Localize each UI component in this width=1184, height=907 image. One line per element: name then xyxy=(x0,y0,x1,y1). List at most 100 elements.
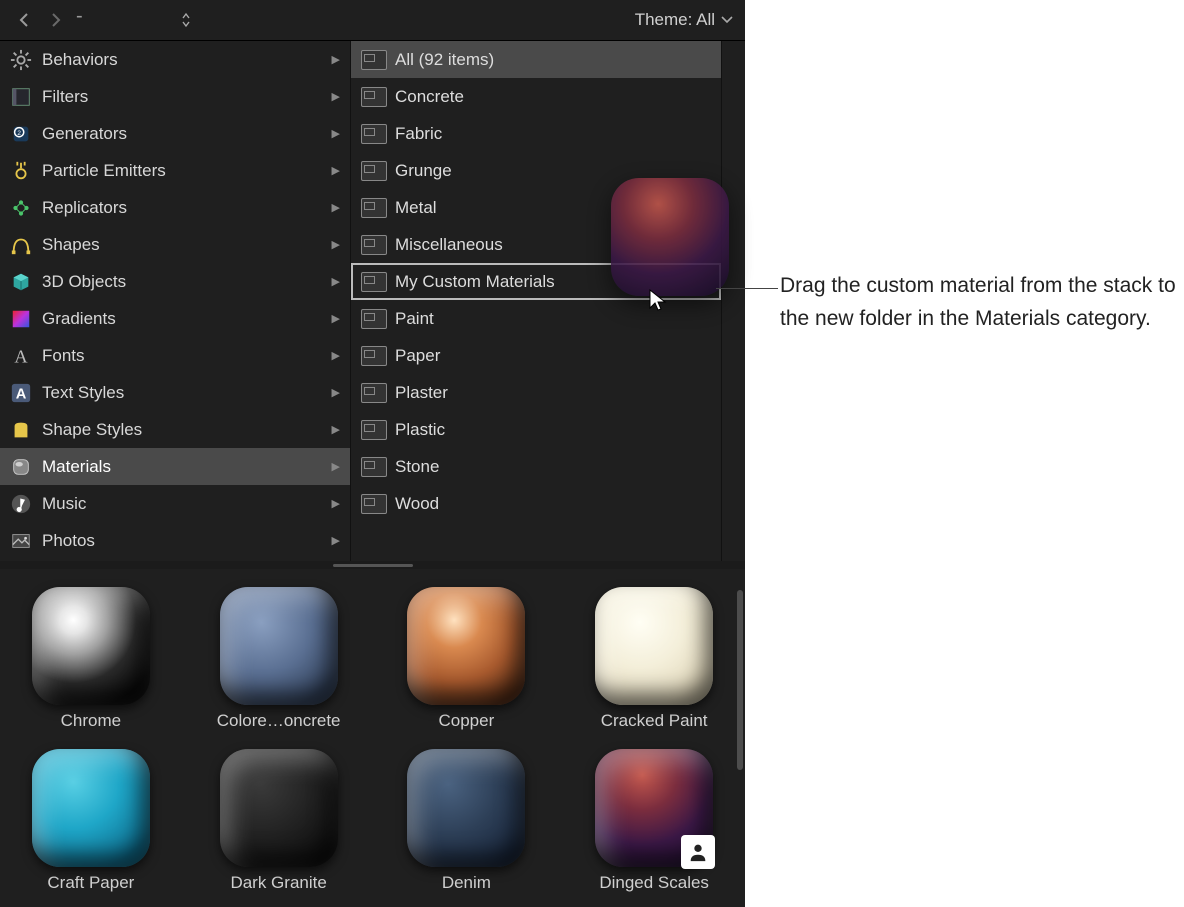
folder-wood[interactable]: Wood xyxy=(351,485,721,522)
callout-text: Drag the custom material from the stack … xyxy=(780,270,1180,335)
browser-columns: Behaviors▶Filters▶2Generators▶Particle E… xyxy=(0,40,745,561)
category-shapes[interactable]: Shapes▶ xyxy=(0,226,350,263)
folder-label: Stone xyxy=(395,457,439,477)
category-shape-styles[interactable]: Shape Styles ▶ xyxy=(0,411,350,448)
category-replicators[interactable]: Replicators ▶ xyxy=(0,189,350,226)
pane-resize-handle[interactable] xyxy=(0,561,745,569)
folder-icon xyxy=(361,420,387,440)
category-label: Gradients xyxy=(42,309,324,329)
category-column[interactable]: Behaviors▶Filters▶2Generators▶Particle E… xyxy=(0,41,351,561)
category-materials[interactable]: Materials▶ xyxy=(0,448,350,485)
svg-text:A: A xyxy=(14,346,28,366)
folder-label: Miscellaneous xyxy=(395,235,503,255)
forward-button[interactable] xyxy=(44,8,68,32)
material-colore-oncrete[interactable]: Colore…oncrete xyxy=(200,587,358,731)
user-badge-icon xyxy=(681,835,715,869)
gen-icon: 2 xyxy=(8,121,34,147)
folder-paint[interactable]: Paint xyxy=(351,300,721,337)
category-photos[interactable]: Photos▶ xyxy=(0,522,350,559)
material-label: Craft Paper xyxy=(47,873,134,893)
material-label: Denim xyxy=(442,873,491,893)
category-particle-emitters[interactable]: Particle Emitters▶ xyxy=(0,152,350,189)
material-thumbnail xyxy=(595,587,713,705)
category-music[interactable]: Music▶ xyxy=(0,485,350,522)
music-icon xyxy=(8,491,34,517)
folder-label: Metal xyxy=(395,198,437,218)
material-label: Dark Granite xyxy=(230,873,326,893)
fontA-icon: A xyxy=(8,343,34,369)
disclosure-triangle-icon: ▶ xyxy=(332,349,340,362)
folder-fabric[interactable]: Fabric xyxy=(351,115,721,152)
disclosure-triangle-icon: ▶ xyxy=(332,386,340,399)
folder-plastic[interactable]: Plastic xyxy=(351,411,721,448)
category-filters[interactable]: Filters ▶ xyxy=(0,78,350,115)
disclosure-triangle-icon: ▶ xyxy=(332,164,340,177)
disclosure-triangle-icon: ▶ xyxy=(332,423,340,436)
disclosure-triangle-icon: ▶ xyxy=(332,53,340,66)
category-label: Fonts xyxy=(42,346,324,366)
material-label: Chrome xyxy=(61,711,121,731)
disclosure-triangle-icon: ▶ xyxy=(332,90,340,103)
theme-popup[interactable]: Theme: All xyxy=(635,10,733,30)
scrollbar[interactable] xyxy=(737,590,743,770)
category-generators[interactable]: 2 Generators ▶ xyxy=(0,115,350,152)
category-gradients[interactable]: Gradients▶ xyxy=(0,300,350,337)
category-label: Replicators xyxy=(42,198,324,218)
category-label: 3D Objects xyxy=(42,272,324,292)
grad-icon xyxy=(8,306,34,332)
material-label: Copper xyxy=(438,711,494,731)
disclosure-triangle-icon: ▶ xyxy=(332,275,340,288)
toolbar: - Theme: All xyxy=(0,0,745,40)
callout-leader xyxy=(716,288,778,289)
folder-label: Grunge xyxy=(395,161,452,181)
category-label: Shape Styles xyxy=(42,420,324,440)
material-dinged-scales[interactable]: Dinged Scales xyxy=(575,749,733,893)
category-text-styles[interactable]: AText Styles▶ xyxy=(0,374,350,411)
folder-miscellaneous[interactable]: Miscellaneous xyxy=(351,226,721,263)
back-button[interactable] xyxy=(12,8,36,32)
disclosure-triangle-icon: ▶ xyxy=(332,127,340,140)
folder-label: My Custom Materials xyxy=(395,272,555,292)
material-cracked-paint[interactable]: Cracked Paint xyxy=(575,587,733,731)
theme-label: Theme: All xyxy=(635,10,715,30)
folder-paper[interactable]: Paper xyxy=(351,337,721,374)
category-label: Filters xyxy=(42,87,324,107)
material-thumbnail xyxy=(32,587,150,705)
svg-text:2: 2 xyxy=(17,129,21,136)
folder-stone[interactable]: Stone xyxy=(351,448,721,485)
folder-plaster[interactable]: Plaster xyxy=(351,374,721,411)
folder-icon xyxy=(361,272,387,292)
material-label: Cracked Paint xyxy=(601,711,708,731)
folder-grunge[interactable]: Grunge xyxy=(351,152,721,189)
repl-icon xyxy=(8,195,34,221)
folder-label: Wood xyxy=(395,494,439,514)
folder-column[interactable]: All (92 items)ConcreteFabric Grunge Metal M… xyxy=(351,41,722,561)
folder-my-custom-materials[interactable]: My Custom Materials xyxy=(351,263,721,300)
category-3d-objects[interactable]: 3D Objects ▶ xyxy=(0,263,350,300)
path-popup[interactable]: - xyxy=(76,9,191,32)
disclosure-triangle-icon: ▶ xyxy=(332,201,340,214)
folder-metal[interactable]: Metal xyxy=(351,189,721,226)
material-denim[interactable]: Denim xyxy=(388,749,546,893)
category-label: Photos xyxy=(42,531,324,551)
material-dark-granite[interactable]: Dark Granite xyxy=(200,749,358,893)
folder-all-92-items-[interactable]: All (92 items) xyxy=(351,41,721,78)
category-label: Music xyxy=(42,494,324,514)
material-thumbnail xyxy=(407,587,525,705)
folder-label: Paper xyxy=(395,346,440,366)
material-label: Dinged Scales xyxy=(599,873,709,893)
material-copper[interactable]: Copper xyxy=(388,587,546,731)
material-craft-paper[interactable]: Craft Paper xyxy=(12,749,170,893)
category-label: Generators xyxy=(42,124,324,144)
disclosure-triangle-icon: ▶ xyxy=(332,238,340,251)
material-chrome[interactable]: Chrome xyxy=(12,587,170,731)
folder-icon xyxy=(361,494,387,514)
folder-icon xyxy=(361,457,387,477)
category-fonts[interactable]: A Fonts ▶ xyxy=(0,337,350,374)
folder-concrete[interactable]: Concrete xyxy=(351,78,721,115)
material-grid[interactable]: Chrome Colore…oncrete Copper Cracked Paint C… xyxy=(0,569,745,893)
category-behaviors[interactable]: Behaviors▶ xyxy=(0,41,350,78)
shape-icon xyxy=(8,232,34,258)
category-label: Text Styles xyxy=(42,383,324,403)
photo-icon xyxy=(8,528,34,554)
